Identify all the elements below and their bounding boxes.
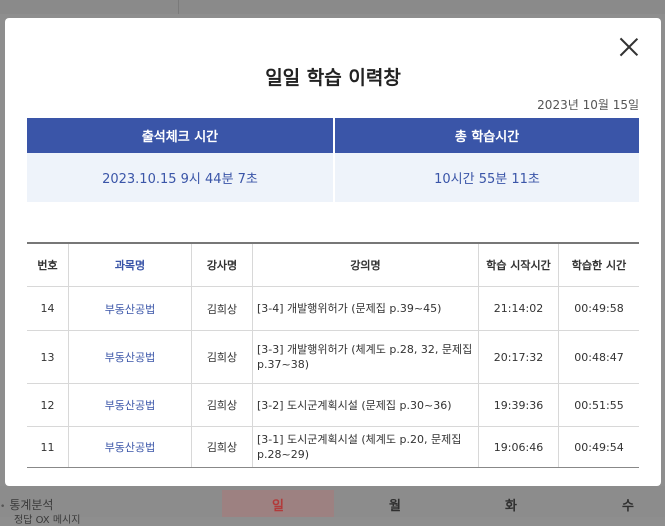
- bullet-icon: •: [0, 502, 6, 512]
- weekday-wed: 수: [622, 499, 634, 514]
- cell-duration: 00:48:47: [574, 350, 624, 364]
- col-header-teacher: 강사명: [192, 244, 253, 286]
- close-icon[interactable]: [618, 36, 640, 58]
- col-header-subject: 과목명: [69, 244, 192, 286]
- study-history-modal: 일일 학습 이력창 2023년 10월 15일 출석체크 시간 총 학습시간 2…: [5, 18, 661, 486]
- cell-start-time: 19:39:36: [479, 384, 559, 426]
- cell-no: 12: [27, 384, 69, 426]
- background-menu-item-ox[interactable]: 정답 OX 메시지: [14, 511, 80, 526]
- cell-teacher: 김희상: [192, 331, 253, 383]
- summary-value-attendance: 2023.10.15 9시 44분 7초: [27, 153, 333, 202]
- col-header-lecture: 강의명: [253, 244, 479, 286]
- cell-start-time: 21:14:02: [479, 287, 559, 330]
- cell-duration: 00:51:55: [574, 398, 624, 412]
- cell-subject-link[interactable]: 부동산공법: [69, 384, 192, 426]
- summary-value-total: 10시간 55분 11초: [335, 153, 639, 202]
- cell-lecture: [3-1] 도시군계획시설 (체계도 p.20, 문제집 p.28~29): [253, 427, 479, 467]
- cell-lecture: [3-3] 개발행위허가 (체계도 p.28, 32, 문제집 p.37~38): [253, 331, 479, 383]
- table-row: 12 부동산공법 김희상 [3-2] 도시군계획시설 (문제집 p.30~36)…: [27, 384, 639, 426]
- table-header-row: 번호 과목명 강사명 강의명 학습 시작시간 학습한 시간: [27, 244, 639, 286]
- cell-teacher: 김희상: [192, 384, 253, 426]
- cell-teacher: 김희상: [192, 427, 253, 467]
- col-header-no: 번호: [27, 244, 69, 286]
- table-row: 13 부동산공법 김희상 [3-3] 개발행위허가 (체계도 p.28, 32,…: [27, 331, 639, 383]
- summary-header-total: 총 학습시간: [335, 118, 639, 153]
- modal-title: 일일 학습 이력창: [265, 67, 401, 89]
- cell-no: 11: [27, 427, 69, 467]
- summary-divider: [333, 118, 335, 202]
- cell-start-time: 20:17:32: [479, 331, 559, 383]
- background-divider: [178, 0, 179, 14]
- menu-label: 통계분석: [9, 498, 54, 512]
- background-header: [0, 0, 665, 14]
- summary-table: 출석체크 시간 총 학습시간 2023.10.15 9시 44분 7초 10시간…: [27, 118, 639, 202]
- cell-subject-link[interactable]: 부동산공법: [69, 427, 192, 467]
- col-header-duration: 학습한 시간: [571, 259, 627, 272]
- cell-lecture: [3-4] 개발행위허가 (문제집 p.39~45): [253, 287, 479, 330]
- cell-lecture: [3-2] 도시군계획시설 (문제집 p.30~36): [253, 384, 479, 426]
- cell-duration: 00:49:54: [574, 440, 624, 454]
- cell-subject-link[interactable]: 부동산공법: [69, 287, 192, 330]
- cell-no: 14: [27, 287, 69, 330]
- table-row: 14 부동산공법 김희상 [3-4] 개발행위허가 (문제집 p.39~45) …: [27, 287, 639, 330]
- cell-subject-link[interactable]: 부동산공법: [69, 331, 192, 383]
- table-row: 11 부동산공법 김희상 [3-1] 도시군계획시설 (체계도 p.20, 문제…: [27, 427, 639, 467]
- cell-teacher: 김희상: [192, 287, 253, 330]
- lecture-history-table: 번호 과목명 강사명 강의명 학습 시작시간 학습한 시간 14 부동산공법 김…: [27, 242, 639, 468]
- cell-start-time: 19:06:46: [479, 427, 559, 467]
- weekday-tue: 화: [505, 499, 517, 514]
- col-header-start: 학습 시작시간: [479, 244, 559, 286]
- modal-date: 2023년 10월 15일: [537, 98, 639, 112]
- weekday-sun: 일: [272, 499, 284, 514]
- cell-no: 13: [27, 331, 69, 383]
- cell-duration: 00:49:58: [574, 302, 624, 315]
- weekday-mon: 월: [389, 499, 401, 514]
- summary-header-attendance: 출석체크 시간: [27, 118, 333, 153]
